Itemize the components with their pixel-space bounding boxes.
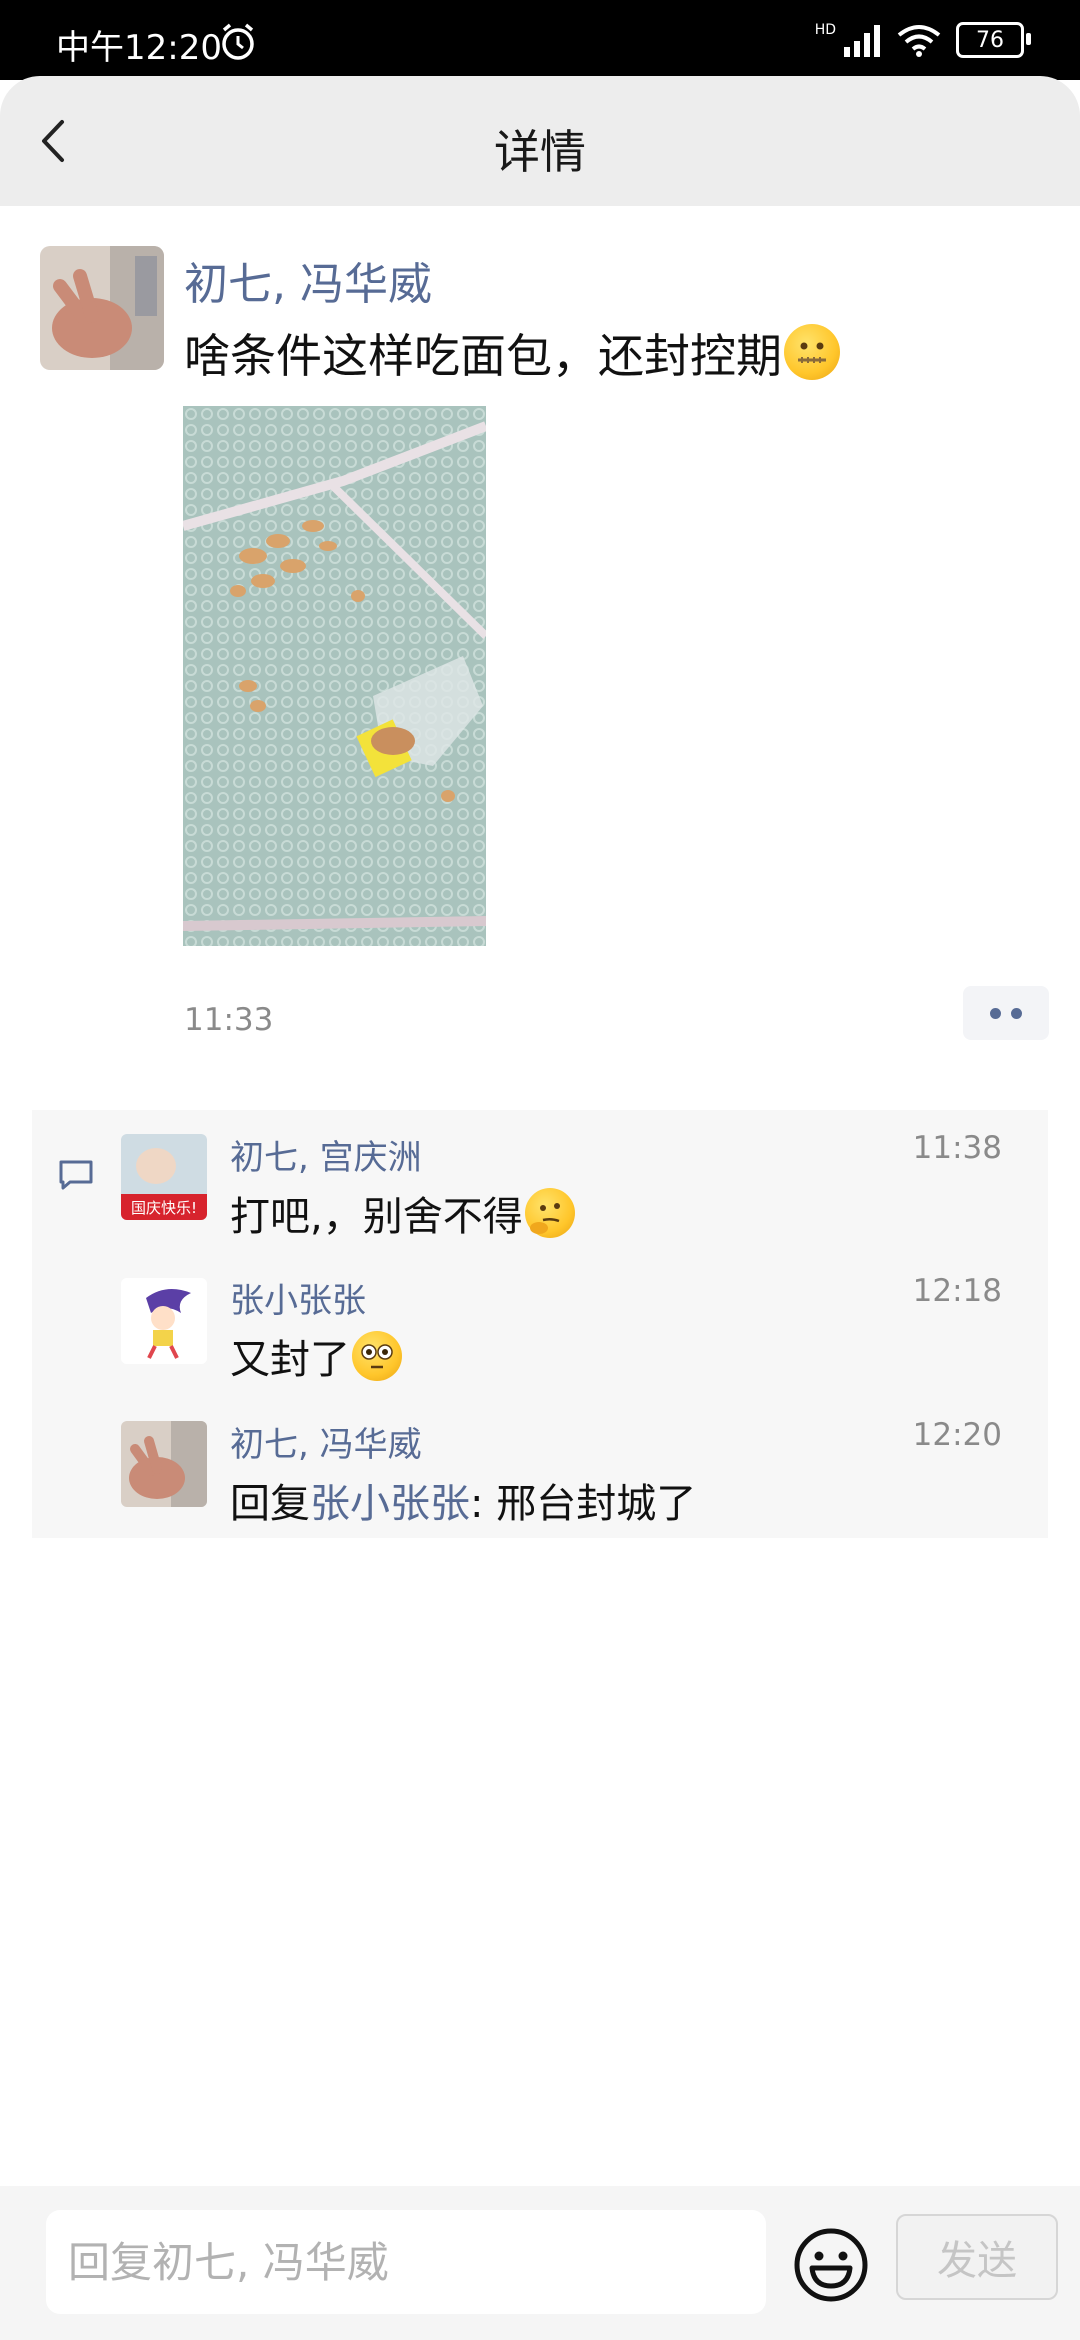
battery-indicator: 76 xyxy=(956,22,1031,58)
post-author-name[interactable]: 初七, 冯华威 xyxy=(184,248,432,312)
page-header: 详情 xyxy=(0,76,1080,206)
status-icons: HD 76 xyxy=(814,22,1031,58)
alarm-icon xyxy=(222,23,254,60)
status-time: 中午12:20 xyxy=(56,28,222,68)
zipper-mouth-emoji-icon xyxy=(784,324,840,380)
network-type: HD xyxy=(814,22,836,38)
wifi-icon xyxy=(897,25,941,57)
reply-prefix: 回复 xyxy=(230,1481,310,1527)
comment-avatar[interactable] xyxy=(121,1421,207,1507)
dot-icon xyxy=(990,1007,1001,1019)
comment-time: 12:20 xyxy=(912,1417,1002,1453)
thinking-emoji-icon xyxy=(524,1188,575,1238)
send-button[interactable]: 发送 xyxy=(896,2214,1058,2300)
avatar-badge-text: 国庆快乐! xyxy=(131,1199,197,1217)
comment-text: 回复张小张张: 邢台封城了 xyxy=(230,1471,696,1529)
comment-author[interactable]: 初七, 宫庆洲 xyxy=(230,1130,422,1179)
comment-avatar[interactable] xyxy=(121,1278,207,1364)
comment-text: 打吧,，别舍不得 xyxy=(230,1184,575,1242)
page-title: 详情 xyxy=(494,125,586,179)
post-author-avatar[interactable] xyxy=(40,246,164,370)
comment-text: 又封了 xyxy=(230,1327,402,1385)
emoji-picker-icon[interactable] xyxy=(792,2226,870,2304)
more-actions-button[interactable] xyxy=(963,986,1049,1040)
comment-author[interactable]: 张小张张 xyxy=(230,1273,366,1322)
comment-time: 11:38 xyxy=(912,1130,1002,1166)
reply-bar: 发送 xyxy=(0,2186,1080,2340)
comment-avatar[interactable]: 国庆快乐! xyxy=(121,1134,207,1220)
post-photo[interactable] xyxy=(181,406,489,946)
status-bar: 中午12:20 HD 76 xyxy=(0,0,1080,80)
reply-target-link[interactable]: 张小张张 xyxy=(310,1481,470,1527)
battery-level: 76 xyxy=(976,27,1004,53)
post-text-content: 啥条件这样吃面包，还封控期 xyxy=(184,329,782,383)
post-timestamp: 11:33 xyxy=(184,1002,274,1038)
flushed-emoji-icon xyxy=(352,1331,402,1381)
comment-time: 12:18 xyxy=(912,1273,1002,1309)
comment-text-content: 打吧,，别舍不得 xyxy=(230,1194,523,1240)
dot-icon xyxy=(1011,1007,1022,1019)
comment-author[interactable]: 初七, 冯华威 xyxy=(230,1417,422,1466)
comment-text-content: : 邢台封城了 xyxy=(470,1481,697,1527)
signal-icon xyxy=(844,25,880,57)
comment-icon xyxy=(59,1160,93,1190)
post-text: 啥条件这样吃面包，还封控期 xyxy=(184,320,840,386)
comment-text-content: 又封了 xyxy=(230,1337,350,1383)
reply-input[interactable] xyxy=(46,2210,766,2314)
